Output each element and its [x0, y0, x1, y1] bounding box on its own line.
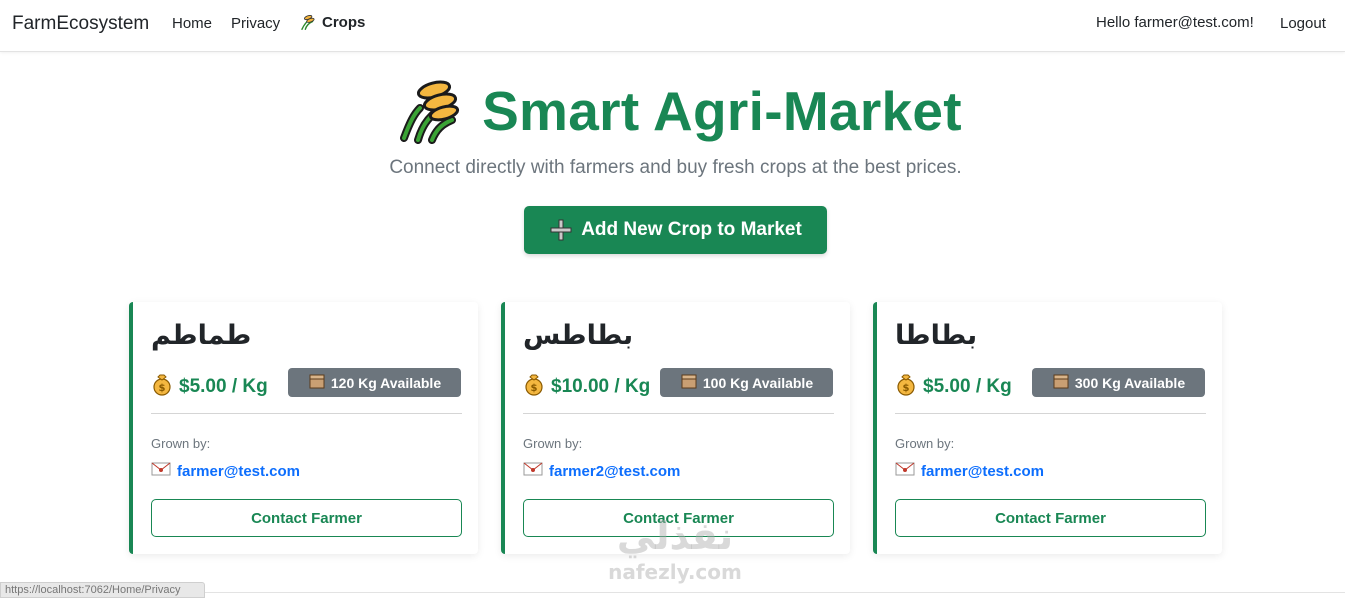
package-icon [1052, 372, 1070, 393]
stock-text: 120 Kg Available [330, 374, 442, 391]
money-bag-icon: $ [151, 372, 173, 402]
plus-icon [550, 219, 572, 241]
wheat-icon [301, 14, 315, 31]
stock-badge: 100 Kg Available [660, 368, 833, 397]
farmer-contact[interactable]: farmer2@test.com [523, 462, 680, 480]
brand-link[interactable]: FarmEcosystem [12, 13, 149, 35]
nav-crops-link[interactable]: Crops [298, 13, 365, 31]
package-icon [308, 372, 326, 393]
svg-text:$: $ [531, 383, 538, 394]
envelope-icon [895, 462, 915, 480]
price-text: $5.00 / Kg [179, 376, 268, 397]
page-subtitle: Connect directly with farmers and buy fr… [389, 157, 962, 178]
svg-text:$: $ [159, 383, 166, 394]
watermark-arabic: نفذلي [616, 514, 734, 558]
farmer-contact[interactable]: farmer@test.com [895, 462, 1044, 480]
watermark: نفذلي nafezly.com [590, 512, 760, 598]
crop-name: بطاطس [523, 320, 634, 350]
money-bag-icon: $ [895, 372, 917, 402]
grown-by-label: Grown by: [151, 436, 211, 451]
nav-privacy-link[interactable]: Privacy [231, 15, 280, 32]
stock-badge: 120 Kg Available [288, 368, 461, 397]
crop-price: $ $10.00 / Kg [523, 372, 650, 402]
stock-text: 100 Kg Available [702, 374, 814, 391]
farmer-email[interactable]: farmer@test.com [177, 463, 300, 480]
logout-link[interactable]: Logout [1280, 15, 1326, 32]
envelope-icon [151, 462, 171, 480]
stock-badge: 300 Kg Available [1032, 368, 1205, 397]
price-text: $10.00 / Kg [551, 376, 651, 397]
wheat-icon [400, 80, 460, 144]
top-navbar: FarmEcosystem Home Privacy Crops Hello f… [0, 0, 1345, 52]
stock-text: 300 Kg Available [1074, 374, 1186, 391]
crop-card: طماطم $ $5.00 / Kg 120 Kg Available Grow… [129, 302, 478, 554]
crop-name: بطاطا [895, 320, 978, 350]
farmer-email[interactable]: farmer@test.com [921, 463, 1044, 480]
contact-farmer-button[interactable]: Contact Farmer [151, 499, 462, 537]
farmer-contact[interactable]: farmer@test.com [151, 462, 300, 480]
crop-name: طماطم [151, 320, 252, 350]
browser-status-url: https://localhost:7062/Home/Privacy [0, 582, 205, 598]
package-icon [680, 372, 698, 393]
user-greeting: Hello farmer@test.com! [1096, 14, 1254, 31]
farmer-email[interactable]: farmer2@test.com [549, 463, 680, 480]
nav-home-link[interactable]: Home [172, 15, 212, 32]
contact-farmer-button[interactable]: Contact Farmer [895, 499, 1206, 537]
money-bag-icon: $ [523, 372, 545, 402]
page-title: Smart Agri-Market [482, 80, 962, 142]
envelope-icon [523, 462, 543, 480]
crop-price: $ $5.00 / Kg [151, 372, 268, 402]
card-divider [895, 413, 1206, 414]
grown-by-label: Grown by: [523, 436, 583, 451]
svg-text:$: $ [903, 383, 910, 394]
price-text: $5.00 / Kg [923, 376, 1012, 397]
add-crop-button[interactable]: Add New Crop to Market [524, 206, 827, 254]
crop-card: بطاطا $ $5.00 / Kg 300 Kg Available Grow… [873, 302, 1222, 554]
card-divider [151, 413, 462, 414]
card-divider [523, 413, 834, 414]
add-crop-label: Add New Crop to Market [581, 219, 802, 240]
hero-title: Smart Agri-Market [0, 78, 1345, 144]
grown-by-label: Grown by: [895, 436, 955, 451]
watermark-latin: nafezly.com [608, 560, 742, 584]
crop-price: $ $5.00 / Kg [895, 372, 1012, 402]
nav-crops-label: Crops [322, 13, 366, 31]
